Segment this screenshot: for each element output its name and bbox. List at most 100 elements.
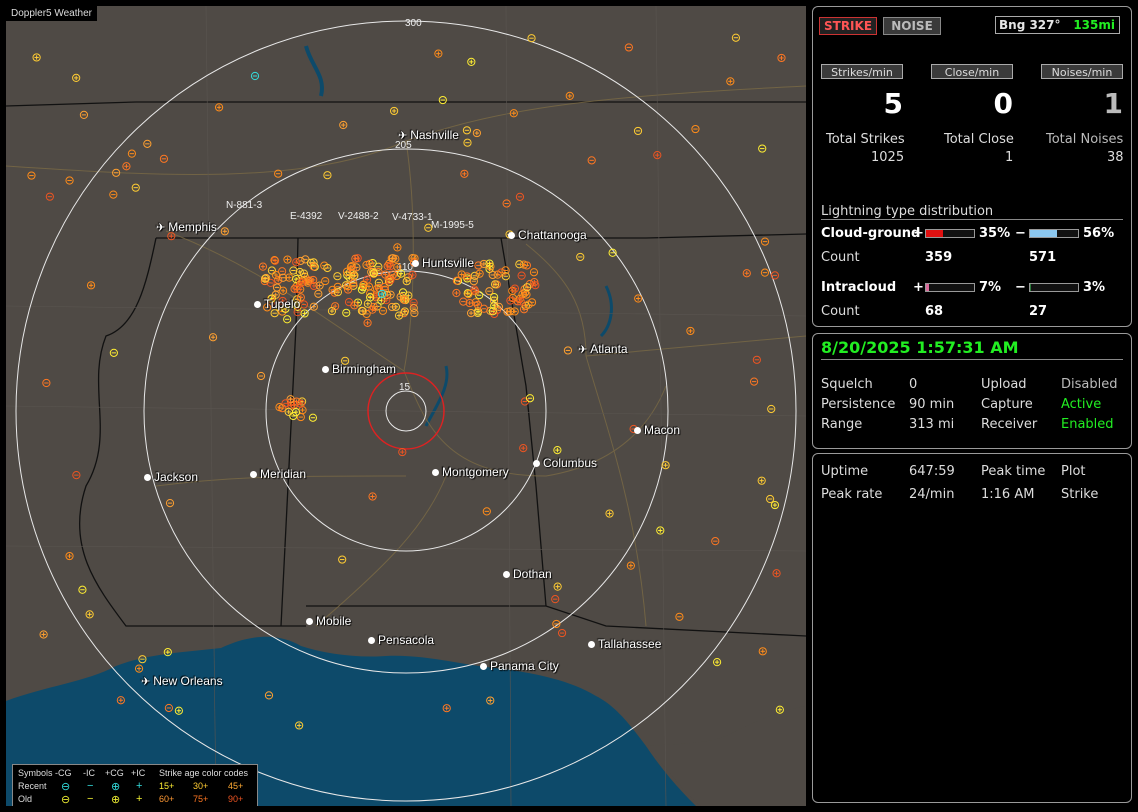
legend-old-label: Old [18, 794, 33, 804]
negative-strike-icon [127, 149, 136, 158]
total-strikes-label: Total Strikes [826, 132, 905, 147]
peak-rate-label: Peak rate [821, 487, 883, 502]
negative-strike-icon [760, 268, 770, 277]
negative-strike-icon [27, 171, 36, 180]
city-dot-icon [322, 366, 329, 374]
cg-count-label: Count [821, 250, 860, 265]
positive-strike-icon [363, 318, 372, 327]
cg-plus-sign: + [913, 226, 924, 241]
ic-negative-pct: 3% [1083, 280, 1106, 295]
city-label: Tupelo [254, 297, 300, 311]
storm-label: M-1995-5 [431, 220, 474, 231]
radar-map[interactable]: 300 205 110 15 N-881-3 E-4392 V-2488-2 V… [6, 6, 806, 806]
ic-negative-count: 27 [1029, 304, 1048, 319]
positive-strike-icon [339, 120, 348, 130]
positive-strike-icon [605, 509, 614, 518]
city-name: Mobile [316, 614, 352, 628]
river [304, 45, 324, 97]
negative-strike-icon [488, 270, 497, 280]
city-label: Mobile [306, 614, 351, 628]
negative-strike-icon [576, 252, 585, 262]
negative-strike-icon [587, 156, 596, 165]
negative-strike-icon [749, 377, 759, 386]
negative-strike-icon [691, 124, 700, 134]
city-label: Columbus [533, 456, 597, 470]
negative-strike-icon [256, 371, 266, 381]
close-per-min-header[interactable]: Close/min [931, 64, 1013, 79]
noise-mode-button[interactable]: NOISE [883, 17, 941, 35]
positive-strike-icon [279, 286, 288, 295]
ic-plus-sign: + [913, 280, 924, 295]
negative-strike-icon [267, 266, 276, 275]
storm-label: N-881-3 [226, 200, 263, 211]
negative-strike-icon [79, 110, 89, 119]
storm-label: E-4392 [290, 211, 323, 222]
negative-strike-icon [159, 154, 169, 163]
ic-positive-pct: 7% [979, 280, 1002, 295]
negative-strike-icon [758, 144, 767, 153]
negative-strike-icon [143, 139, 152, 148]
cg-label: Cloud-ground [821, 226, 921, 241]
strikes-per-min-value: 5 [883, 87, 903, 120]
positive-strike-icon [283, 255, 292, 264]
strike-mode-button[interactable]: STRIKE [819, 17, 877, 35]
negative-strike-icon [767, 404, 776, 414]
city-dot-icon [250, 471, 257, 479]
negative-strike-icon [502, 199, 511, 208]
close-per-min-value: 0 [993, 87, 1013, 120]
positive-strike-icon [309, 302, 318, 311]
positive-strike-icon [553, 446, 562, 455]
positive-strike-icon [686, 326, 695, 336]
city-name: Tallahassee [598, 637, 662, 651]
city-dot-icon [144, 474, 151, 482]
noises-per-min-header[interactable]: Noises/min [1041, 64, 1123, 79]
negative-strike-icon [338, 555, 347, 564]
positive-strike-icon [393, 243, 402, 252]
old-neg-cg-icon: ⊖ [61, 794, 71, 806]
negative-strike-icon [529, 268, 539, 277]
negative-strike-icon [766, 494, 775, 504]
city-label: ✈ Nashville [398, 128, 459, 142]
capture-value: Active [1061, 397, 1102, 412]
city-name: Jackson [154, 470, 199, 484]
old-pos-ic-icon: + [136, 793, 143, 805]
negative-strike-icon [527, 34, 536, 43]
cg-positive-pct: 35% [979, 226, 1011, 241]
city-name: Memphis [168, 220, 217, 234]
positive-strike-icon [661, 461, 670, 470]
ic-count-label: Count [821, 304, 860, 319]
city-label: Panama City [480, 659, 559, 673]
negative-strike-icon [78, 585, 87, 594]
negative-strike-icon [482, 507, 491, 516]
strikes-per-min-header[interactable]: Strikes/min [821, 64, 903, 79]
positive-strike-icon [452, 288, 461, 298]
uptime-label: Uptime [821, 464, 869, 479]
age-60: 60+ [159, 794, 175, 804]
total-strikes-value: 1025 [871, 150, 905, 165]
positive-strike-icon [772, 569, 781, 578]
positive-strike-icon [208, 333, 218, 342]
negative-strike-icon [109, 190, 118, 199]
negative-strike-icon [760, 237, 770, 246]
negative-strike-icon [752, 355, 761, 364]
ic-positive-bar [925, 283, 975, 292]
strike-stats-panel: STRIKE NOISE Bng 327° 135mi Strikes/min … [812, 6, 1132, 327]
receiver-value: Enabled [1061, 417, 1114, 432]
city-label: Tallahassee [588, 637, 661, 651]
negative-strike-icon [250, 71, 260, 81]
airport-icon: ✈ [141, 676, 151, 688]
positive-strike-icon [758, 647, 767, 656]
age-15: 15+ [159, 781, 175, 791]
bearing-value: Bng 327° [999, 18, 1061, 32]
negative-strike-icon [72, 471, 81, 480]
range-label: Range [821, 417, 863, 432]
positive-strike-icon [122, 162, 131, 171]
ic-positive-count: 68 [925, 304, 944, 319]
positive-strike-icon [726, 77, 735, 86]
positive-strike-icon [553, 582, 562, 591]
positive-strike-icon [258, 262, 268, 271]
city-label: Jackson [144, 470, 198, 484]
positive-strike-icon [777, 53, 786, 63]
total-noises-value: 38 [1107, 150, 1124, 165]
positive-strike-icon [292, 258, 301, 267]
